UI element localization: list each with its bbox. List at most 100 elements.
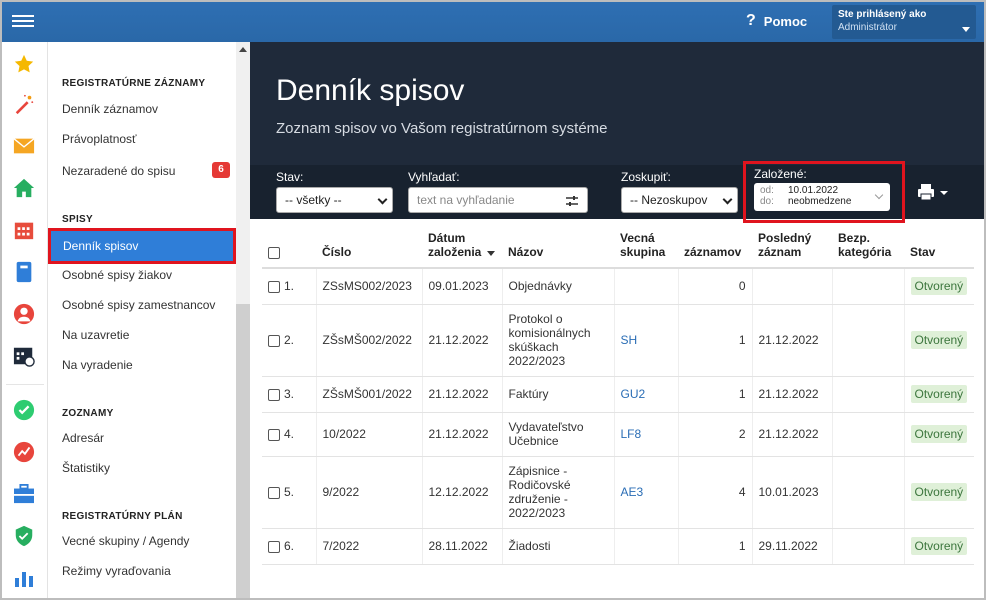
cell-cislo[interactable]: 7/2022 — [316, 528, 423, 565]
col-zaznamov[interactable]: záznamov — [678, 227, 752, 269]
cell-stav: Otvorený — [904, 304, 974, 377]
help-label: Pomoc — [763, 13, 808, 29]
row-checkbox[interactable] — [268, 540, 280, 553]
table-row[interactable]: 2. ZŠsMŠ002/2022 21.12.2022 Protokol o komi… — [262, 304, 974, 377]
col-datum[interactable]: Dátum založenia — [422, 227, 502, 269]
sidebar-item-pravoplatnost[interactable]: Právoplatnosť — [62, 132, 137, 146]
table-row[interactable]: 1. ZSsMS002/2023 09.01.2023 Objednávky 0 Otvo… — [262, 268, 974, 305]
cell-nazov[interactable]: Vydavateľstvo Učebnice — [502, 412, 615, 457]
table-row[interactable]: 4. 10/2022 21.12.2022 Vydavateľstvo Učebnic… — [262, 412, 974, 457]
bar-chart-icon[interactable] — [12, 566, 36, 590]
sidebar-item-nezaradene[interactable]: Nezaradené do spisu — [62, 164, 175, 178]
filter-sliders-icon[interactable] — [565, 194, 579, 208]
stav-label: Stav: — [276, 170, 304, 184]
cell-cislo[interactable]: ZSsMS002/2023 — [316, 268, 423, 305]
print-button[interactable] — [916, 183, 948, 204]
vecna-link[interactable]: GU2 — [621, 387, 646, 401]
chart-badge-icon[interactable] — [12, 440, 36, 464]
table-row[interactable]: 5. 9/2022 12.12.2022 Zápisnice - Rodičovské… — [262, 456, 974, 529]
cell-nazov[interactable]: Protokol o komisionálnych skúškach 2022/… — [502, 304, 615, 377]
scroll-up-icon[interactable] — [239, 47, 247, 52]
cell-bezp — [832, 412, 905, 457]
sidebar-item-zamestnancov[interactable]: Osobné spisy zamestnancov — [62, 298, 215, 312]
user-role: Administrátor — [838, 22, 897, 33]
zoskupit-select[interactable]: -- Nezoskupov — [621, 187, 738, 213]
mail-icon[interactable] — [12, 134, 36, 158]
user-menu[interactable]: Ste prihlásený ako Administrátor — [832, 5, 976, 39]
table-header-row: Číslo Dátum založenia Názov Vecná skupin… — [262, 227, 974, 269]
date-range-picker[interactable]: od: 10.01.2022 do: neobmedzene — [754, 183, 890, 211]
row-checkbox[interactable] — [268, 334, 280, 347]
cell-stav: Otvorený — [904, 376, 974, 413]
row-select: 2. — [262, 304, 317, 377]
col-bezp[interactable]: Bezp. kategória — [832, 227, 904, 269]
col-cislo[interactable]: Číslo — [316, 227, 422, 269]
row-checkbox[interactable] — [268, 486, 280, 499]
sidebar-item-adresar[interactable]: Adresár — [62, 431, 104, 445]
cell-zaznamov: 2 — [678, 412, 753, 457]
star-icon[interactable] — [12, 52, 36, 76]
app-window: ? Pomoc Ste prihlásený ako Administrátor — [0, 0, 986, 600]
col-posledny[interactable]: Posledný záznam — [752, 227, 832, 269]
row-checkbox[interactable] — [268, 281, 280, 294]
sidebar: REGISTRATÚRNE ZÁZNAMY Denník záznamov Pr… — [48, 42, 250, 598]
search-input[interactable]: text na vyhľadanie — [408, 187, 588, 213]
cell-vecna: GU2 — [614, 376, 679, 413]
cell-vecna: LF8 — [614, 412, 679, 457]
chevron-down-icon — [722, 194, 733, 205]
main-content: Denník spisov Zoznam spisov vo Vašom reg… — [250, 42, 984, 598]
caret-down-icon — [962, 27, 970, 32]
cell-posledny: 21.12.2022 — [752, 412, 833, 457]
calendar-clock-icon[interactable] — [12, 344, 36, 368]
row-number: 2. — [284, 333, 295, 347]
home-icon[interactable] — [12, 176, 36, 200]
table-row[interactable]: 6. 7/2022 28.11.2022 Žiadosti 1 29.11.2022 Otv… — [262, 528, 974, 565]
vecna-link[interactable]: SH — [621, 333, 638, 347]
cell-nazov[interactable]: Faktúry — [502, 376, 615, 413]
section-spisy: SPISY — [62, 214, 93, 225]
count-badge: 6 — [212, 162, 230, 178]
sidebar-item-ziakov[interactable]: Osobné spisy žiakov — [62, 268, 172, 282]
table-row[interactable]: 3. ZŠsMŠ001/2022 21.12.2022 Faktúry GU2 1 21.1… — [262, 376, 974, 413]
cell-cislo[interactable]: 10/2022 — [316, 412, 423, 457]
col-vecna[interactable]: Vecná skupina — [614, 227, 678, 269]
cell-zaznamov: 1 — [678, 376, 753, 413]
cell-zaznamov: 1 — [678, 528, 753, 565]
sidebar-item-rezimy[interactable]: Režimy vyraďovania — [62, 564, 171, 578]
search-placeholder: text na vyhľadanie — [417, 193, 515, 207]
sidebar-item-uzavretie[interactable]: Na uzavretie — [62, 328, 129, 342]
row-checkbox[interactable] — [268, 428, 280, 441]
vecna-link[interactable]: AE3 — [621, 485, 644, 499]
select-all-checkbox[interactable] — [268, 246, 280, 259]
row-number: 6. — [284, 539, 295, 553]
check-circle-icon[interactable] — [12, 398, 36, 422]
cell-cislo[interactable]: 9/2022 — [316, 456, 423, 529]
sidebar-item-dennik-zaznamov[interactable]: Denník záznamov — [62, 102, 158, 116]
row-checkbox[interactable] — [268, 388, 280, 401]
scrollbar-thumb[interactable] — [236, 304, 250, 598]
cell-cislo[interactable]: ZŠsMŠ001/2022 — [316, 376, 423, 413]
menu-icon[interactable] — [12, 12, 34, 32]
magic-wand-icon[interactable] — [12, 92, 36, 116]
cell-nazov[interactable]: Zápisnice - Rodičovské združenie - 2022/… — [502, 456, 615, 529]
help-link[interactable]: ? Pomoc — [746, 12, 807, 30]
col-stav[interactable]: Stav — [904, 227, 974, 269]
sidebar-item-vecne-skupiny[interactable]: Vecné skupiny / Agendy — [62, 534, 189, 548]
briefcase-icon[interactable] — [12, 482, 36, 506]
shield-check-icon[interactable] — [12, 524, 36, 548]
cell-zaznamov: 1 — [678, 304, 753, 377]
cell-nazov[interactable]: Žiadosti — [502, 528, 615, 565]
sort-desc-icon — [486, 251, 495, 256]
col-nazov[interactable]: Názov — [502, 227, 614, 269]
vecna-link[interactable]: LF8 — [621, 427, 642, 441]
sidebar-item-statistiky[interactable]: Štatistiky — [62, 461, 110, 475]
stav-select[interactable]: -- všetky -- — [276, 187, 393, 213]
sidebar-item-dennik-spisov[interactable]: Denník spisov — [48, 228, 236, 264]
book-icon[interactable] — [12, 260, 36, 284]
sidebar-item-vyradenie[interactable]: Na vyradenie — [62, 358, 133, 372]
cell-nazov[interactable]: Objednávky — [502, 268, 615, 305]
person-icon[interactable] — [12, 302, 36, 326]
calendar-icon[interactable] — [12, 218, 36, 242]
date-filter-highlight: Založené: od: 10.01.2022 do: neobmedzene — [743, 161, 905, 223]
cell-cislo[interactable]: ZŠsMŠ002/2022 — [316, 304, 423, 377]
